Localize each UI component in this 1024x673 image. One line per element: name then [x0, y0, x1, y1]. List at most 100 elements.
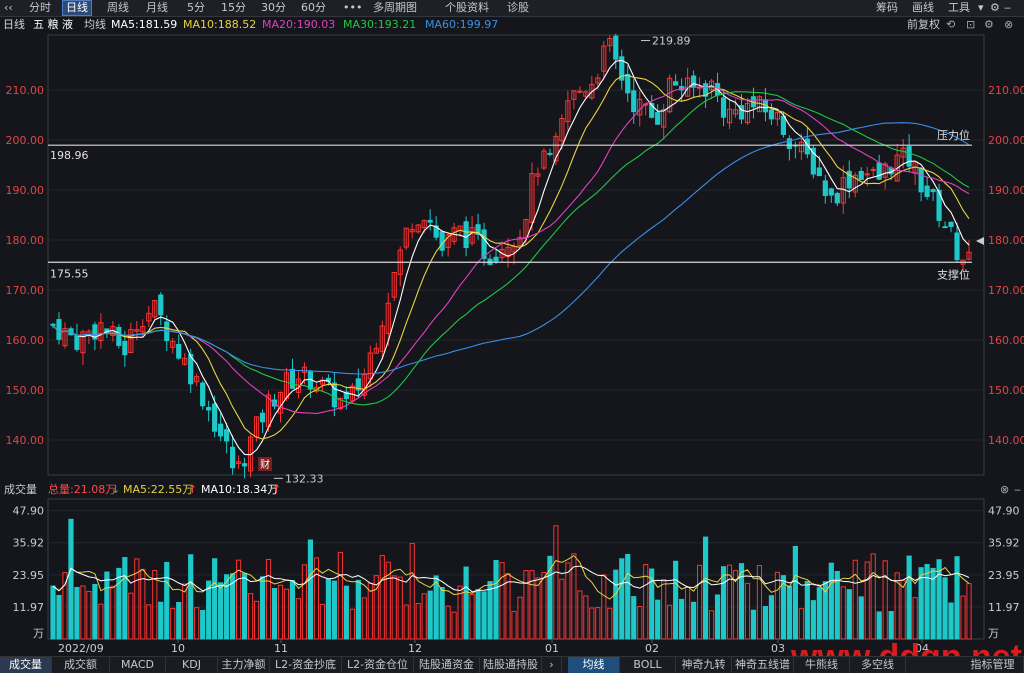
candle-body: [241, 463, 248, 467]
volume-bar: [176, 601, 182, 640]
x-tick-label: 03: [771, 642, 785, 655]
indicator-tab-0[interactable]: 成交量: [0, 657, 52, 673]
indicator-tab-5[interactable]: L2-资金抄底: [270, 657, 342, 673]
volume-ma10: MA10:18.34万: [201, 483, 279, 496]
volume-bar: [218, 582, 224, 640]
volume-bar: [691, 601, 697, 640]
volume-bar: [98, 603, 104, 640]
candle-body: [158, 294, 164, 316]
volume-bar: [469, 593, 475, 640]
volume-bar: [954, 556, 960, 640]
indicator-tab-2[interactable]: MACD: [110, 657, 166, 673]
volume-bar: [499, 562, 505, 640]
indicator-tab-16[interactable]: 指标管理: [962, 657, 1024, 673]
candle-body: [200, 382, 206, 407]
candle-body: [116, 326, 122, 346]
indicator-tab-14[interactable]: 牛熊线: [794, 657, 850, 673]
volume-bar: [750, 609, 757, 640]
volume-bar: [80, 585, 86, 640]
volume-bar: [421, 593, 427, 640]
indicator-tab-10[interactable]: 均线: [568, 657, 620, 673]
volume-bar: [427, 590, 433, 640]
volume-tick-right: 11.97: [988, 601, 1020, 614]
volume-bar: [607, 607, 613, 640]
volume-bar: [301, 564, 308, 640]
volume-bar: [355, 579, 361, 640]
candle-body: [930, 189, 936, 193]
volume-bar: [798, 608, 804, 640]
volume-bar: [511, 610, 517, 640]
indicator-tab-12[interactable]: 神奇九转: [676, 657, 732, 673]
volume-bar: [942, 577, 948, 640]
volume-bar: [415, 603, 421, 640]
volume-bar: [487, 581, 493, 640]
volume-bar: [595, 607, 601, 640]
volume-bar: [924, 564, 930, 640]
candle-body: [876, 162, 882, 180]
indicator-tab-11[interactable]: BOLL: [620, 657, 676, 673]
volume-tick-left: 万: [33, 627, 44, 640]
minimize-icon[interactable]: ‒: [1014, 482, 1021, 498]
volume-bar: [864, 561, 870, 640]
watermark: www.ddgp.net: [790, 638, 1022, 656]
candle-body: [864, 173, 870, 176]
indicator-tab-1[interactable]: 成交额: [52, 657, 110, 673]
volume-bar: [912, 597, 918, 640]
volume-bar: [74, 586, 80, 640]
volume-bar: [768, 595, 775, 640]
indicator-tab-4[interactable]: 主力净额: [218, 657, 270, 673]
candle-body: [768, 109, 775, 120]
candle-body: [577, 90, 583, 93]
indicator-tab-7[interactable]: 陆股通资金: [414, 657, 480, 673]
volume-bar: [62, 572, 68, 640]
volume-ma5: MA5:22.55万: [123, 483, 194, 496]
volume-bar: [194, 607, 200, 640]
indicator-tab-3[interactable]: KDJ: [166, 657, 218, 673]
volume-bar: [116, 567, 122, 640]
candle-body: [822, 180, 828, 196]
volume-bar: [661, 579, 667, 640]
indicator-tab-9[interactable]: ›: [542, 657, 562, 673]
volume-bar: [164, 561, 170, 640]
volume-bar: [265, 558, 272, 640]
volume-bar: [685, 586, 691, 640]
volume-bar: [583, 595, 589, 640]
indicator-tab-15[interactable]: 多空线: [850, 657, 906, 673]
volume-bar: [535, 577, 541, 640]
indicator-tab-6[interactable]: L2-资金仓位: [342, 657, 414, 673]
kline-chart[interactable]: 210.00 200.00 190.00 180.00 170.00 160.00 150.…: [0, 0, 1024, 656]
volume-bar: [774, 571, 781, 640]
volume-bar: [667, 604, 673, 640]
volume-bar: [876, 611, 882, 640]
y-tick-label-left: 150.00: [6, 384, 45, 397]
volume-bar: [439, 586, 445, 640]
x-tick-label: 02: [645, 642, 659, 655]
candle-body: [427, 219, 433, 223]
candle-body: [230, 446, 236, 469]
y-tick-label-left: 160.00: [6, 334, 45, 347]
volume-bar: [259, 576, 266, 640]
candle-body: [948, 221, 954, 227]
volume-bar: [852, 559, 858, 640]
volume-tick-right: 47.90: [988, 505, 1020, 518]
y-tick-label-right: 210.00: [988, 84, 1024, 97]
volume-bar: [900, 580, 906, 640]
indicator-tab-8[interactable]: 陆股通持股: [480, 657, 542, 673]
support-label: 支撑位: [937, 267, 970, 281]
volume-bar: [619, 558, 625, 640]
close-icon[interactable]: ⊗: [1000, 482, 1009, 498]
candle-body: [720, 97, 727, 118]
volume-bar: [882, 560, 888, 640]
volume-bar: [128, 592, 134, 640]
y-tick-label-left: 190.00: [6, 184, 45, 197]
volume-bar: [804, 580, 810, 640]
candle-body: [631, 90, 637, 113]
indicator-tab-13[interactable]: 神奇五线谱: [732, 657, 794, 673]
volume-bar: [158, 601, 164, 640]
volume-bar: [744, 582, 751, 640]
candle-body: [206, 407, 212, 411]
volume-bar: [200, 609, 206, 640]
volume-tick-left: 23.95: [13, 569, 45, 582]
volume-bar: [337, 551, 343, 640]
volume-tick-right: 23.95: [988, 569, 1020, 582]
